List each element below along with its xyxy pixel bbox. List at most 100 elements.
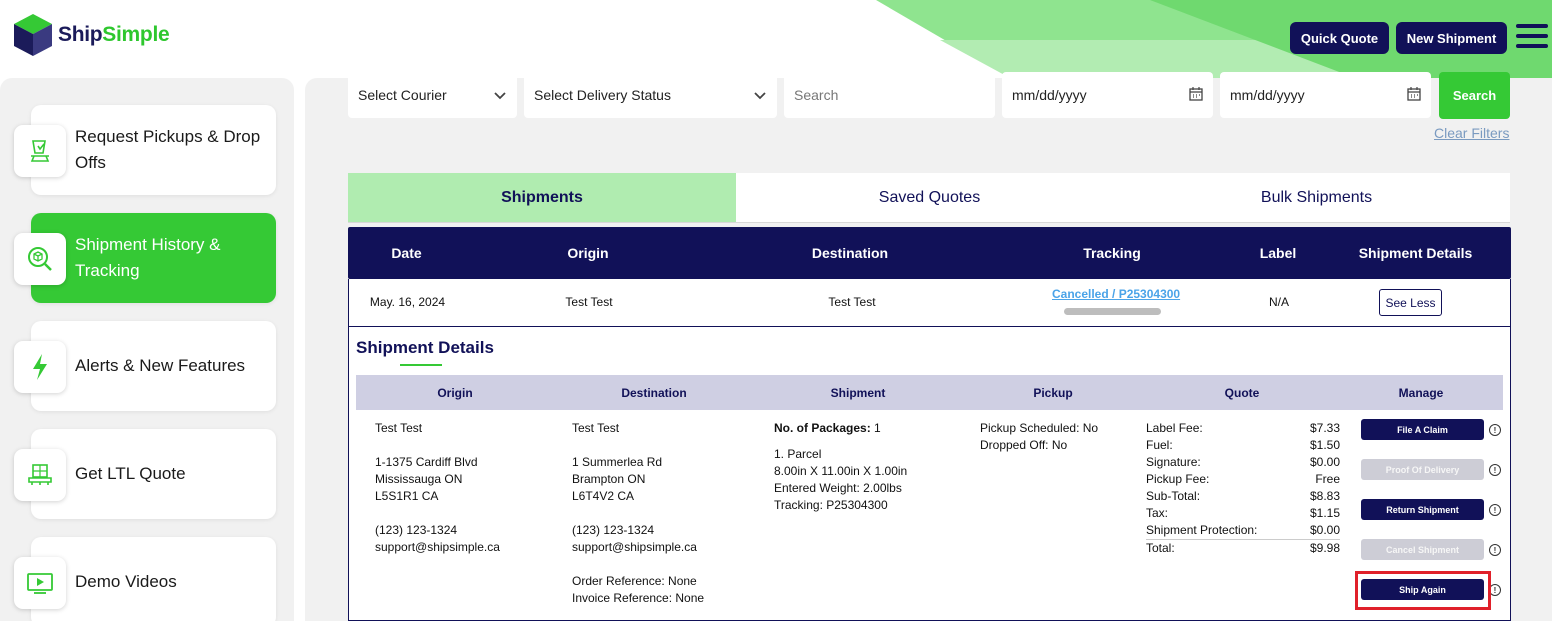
cell-destination: Test Test xyxy=(828,295,876,309)
chevron-down-icon xyxy=(494,92,506,100)
parcel-tracking: Tracking: P25304300 xyxy=(774,498,888,512)
parcel-line: 1. Parcel xyxy=(774,447,822,461)
sidebar-item-request-pickups[interactable]: Request Pickups & Drop Offs xyxy=(14,105,276,195)
destination-phone: (123) 123-1324 xyxy=(572,523,655,537)
history-tracking-icon xyxy=(14,233,66,285)
tab-bulk-shipments[interactable]: Bulk Shipments xyxy=(1123,173,1510,222)
column-header-destination: Destination xyxy=(811,245,889,261)
title-underline xyxy=(400,364,442,366)
sidebar-item-shipment-history[interactable]: Shipment History & Tracking xyxy=(14,213,276,303)
origin-address2: Mississauga ON xyxy=(375,472,463,486)
sidebar-item-ltl-quote[interactable]: Get LTL Quote xyxy=(14,429,276,519)
details-header-pickup: Pickup xyxy=(1033,385,1073,400)
quote-breakdown: Label Fee: $7.33 Fuel: $1.50 Signature: $0.… xyxy=(1146,420,1340,557)
sidebar-item-label: Demo Videos xyxy=(75,572,177,591)
courier-select[interactable]: Select Courier xyxy=(348,72,517,118)
origin-email: support@shipsimple.ca xyxy=(375,540,500,554)
column-header-origin: Origin xyxy=(567,245,609,261)
details-header-manage: Manage xyxy=(1398,385,1444,400)
sidebar-item-alerts[interactable]: Alerts & New Features xyxy=(14,321,276,411)
calendar-icon[interactable] xyxy=(1189,87,1203,101)
info-icon[interactable]: ! xyxy=(1489,464,1501,476)
details-header-quote: Quote xyxy=(1224,385,1260,400)
cancel-shipment-button[interactable]: Cancel Shipment xyxy=(1361,539,1484,560)
lightning-icon xyxy=(14,341,66,393)
sidebar-item-demo-videos[interactable]: Demo Videos xyxy=(14,537,276,621)
destination-name: Test Test xyxy=(572,421,620,435)
column-header-date: Date xyxy=(391,245,422,261)
quote-row: Pickup Fee: Free xyxy=(1146,472,1340,486)
destination-postal: L6T4V2 CA xyxy=(572,489,635,503)
packages-label: No. of Packages: xyxy=(774,421,871,435)
search-input[interactable]: Search xyxy=(784,72,995,118)
origin-name: Test Test xyxy=(375,421,423,435)
cell-label: N/A xyxy=(1268,295,1289,309)
quick-quote-button[interactable]: Quick Quote xyxy=(1290,22,1389,54)
destination-address-block: Test Test 1 Summerlea Rd Brampton ON L6T… xyxy=(572,420,704,607)
date-from-input[interactable]: mm/dd/yyyy xyxy=(1002,72,1213,118)
quote-row: Signature: $0.00 xyxy=(1146,455,1340,469)
see-less-button[interactable]: See Less xyxy=(1379,289,1442,316)
table-row: May. 16, 2024 Test Test Test Test N/A xyxy=(348,279,1511,327)
quote-row: Fuel: $1.50 xyxy=(1146,438,1340,452)
origin-address1: 1-1375 Cardiff Blvd xyxy=(375,455,478,469)
pallet-icon xyxy=(14,449,66,501)
search-placeholder: Search xyxy=(794,87,839,103)
tab-shipments[interactable]: Shipments xyxy=(348,173,736,222)
delivery-status-select[interactable]: Select Delivery Status xyxy=(524,72,777,118)
quote-row: Tax: $1.15 xyxy=(1146,506,1340,520)
origin-postal: L5S1R1 CA xyxy=(375,489,439,503)
search-button[interactable]: Search xyxy=(1439,72,1510,119)
date-from-value: mm/dd/yyyy xyxy=(1012,87,1087,103)
details-header-shipment: Shipment xyxy=(830,385,886,400)
quote-total-row: Total: $9.98 xyxy=(1146,539,1340,555)
calendar-icon[interactable] xyxy=(1407,87,1421,101)
details-header-destination: Destination xyxy=(621,385,687,400)
chevron-down-icon xyxy=(754,92,766,100)
info-icon[interactable]: ! xyxy=(1489,424,1501,436)
pickup-info-block: Pickup Scheduled: No Dropped Off: No xyxy=(980,420,1098,454)
return-shipment-button[interactable]: Return Shipment xyxy=(1361,499,1484,520)
dropped-off: Dropped Off: No xyxy=(980,438,1068,452)
logo-text: ShipSimple xyxy=(58,23,170,46)
date-to-input[interactable]: mm/dd/yyyy xyxy=(1220,72,1431,118)
parcel-weight: Entered Weight: 2.00lbs xyxy=(774,481,902,495)
info-icon[interactable]: ! xyxy=(1489,544,1501,556)
destination-address2: Brampton ON xyxy=(572,472,646,486)
pickup-scheduled: Pickup Scheduled: No xyxy=(980,421,1099,435)
quote-row: Label Fee: $7.33 xyxy=(1146,421,1340,435)
invoice-reference: Invoice Reference: None xyxy=(572,591,705,605)
pickup-icon xyxy=(14,125,66,177)
new-shipment-button[interactable]: New Shipment xyxy=(1396,22,1507,54)
column-header-shipment-details: Shipment Details xyxy=(1358,245,1473,261)
quote-row: Shipment Protection: $0.00 xyxy=(1146,523,1340,537)
clear-filters-link[interactable]: Clear Filters xyxy=(1434,125,1509,141)
details-header-origin: Origin xyxy=(437,385,473,400)
shipsimple-logo[interactable]: ShipSimple xyxy=(12,12,170,58)
top-header: ShipSimple Quick Quote New Shipment xyxy=(0,0,1552,78)
date-to-value: mm/dd/yyyy xyxy=(1230,87,1305,103)
tracking-link[interactable]: Cancelled / P25304300 xyxy=(1052,287,1180,301)
destination-email: support@shipsimple.ca xyxy=(572,540,697,554)
info-icon[interactable]: ! xyxy=(1489,504,1501,516)
tab-divider xyxy=(348,222,1510,223)
packages-value: 1 xyxy=(874,421,881,435)
tab-saved-quotes[interactable]: Saved Quotes xyxy=(736,173,1123,222)
quote-row: Sub-Total: $8.83 xyxy=(1146,489,1340,503)
origin-phone: (123) 123-1324 xyxy=(375,523,458,537)
sidebar-item-label: Request Pickups & Drop Offs xyxy=(75,127,261,172)
column-header-label: Label xyxy=(1259,245,1297,261)
hamburger-menu-icon[interactable] xyxy=(1516,24,1548,52)
destination-address1: 1 Summerlea Rd xyxy=(572,455,663,469)
sidebar-item-label: Get LTL Quote xyxy=(75,464,186,483)
origin-address-block: Test Test 1-1375 Cardiff Blvd Mississaug… xyxy=(375,420,500,556)
courier-select-value: Select Courier xyxy=(358,87,447,103)
file-a-claim-button[interactable]: File A Claim xyxy=(1361,419,1484,440)
shipment-info-block: No. of Packages: 1 1. Parcel 8.00in X 11… xyxy=(774,420,907,514)
logo-cube-icon xyxy=(14,14,52,56)
order-reference: Order Reference: None xyxy=(572,574,697,588)
proof-of-delivery-button[interactable]: Proof Of Delivery xyxy=(1361,459,1484,480)
ship-again-highlight-box xyxy=(1355,571,1491,610)
parcel-dimensions: 8.00in X 11.00in X 1.00in xyxy=(774,464,908,478)
column-header-tracking: Tracking xyxy=(1083,245,1141,261)
